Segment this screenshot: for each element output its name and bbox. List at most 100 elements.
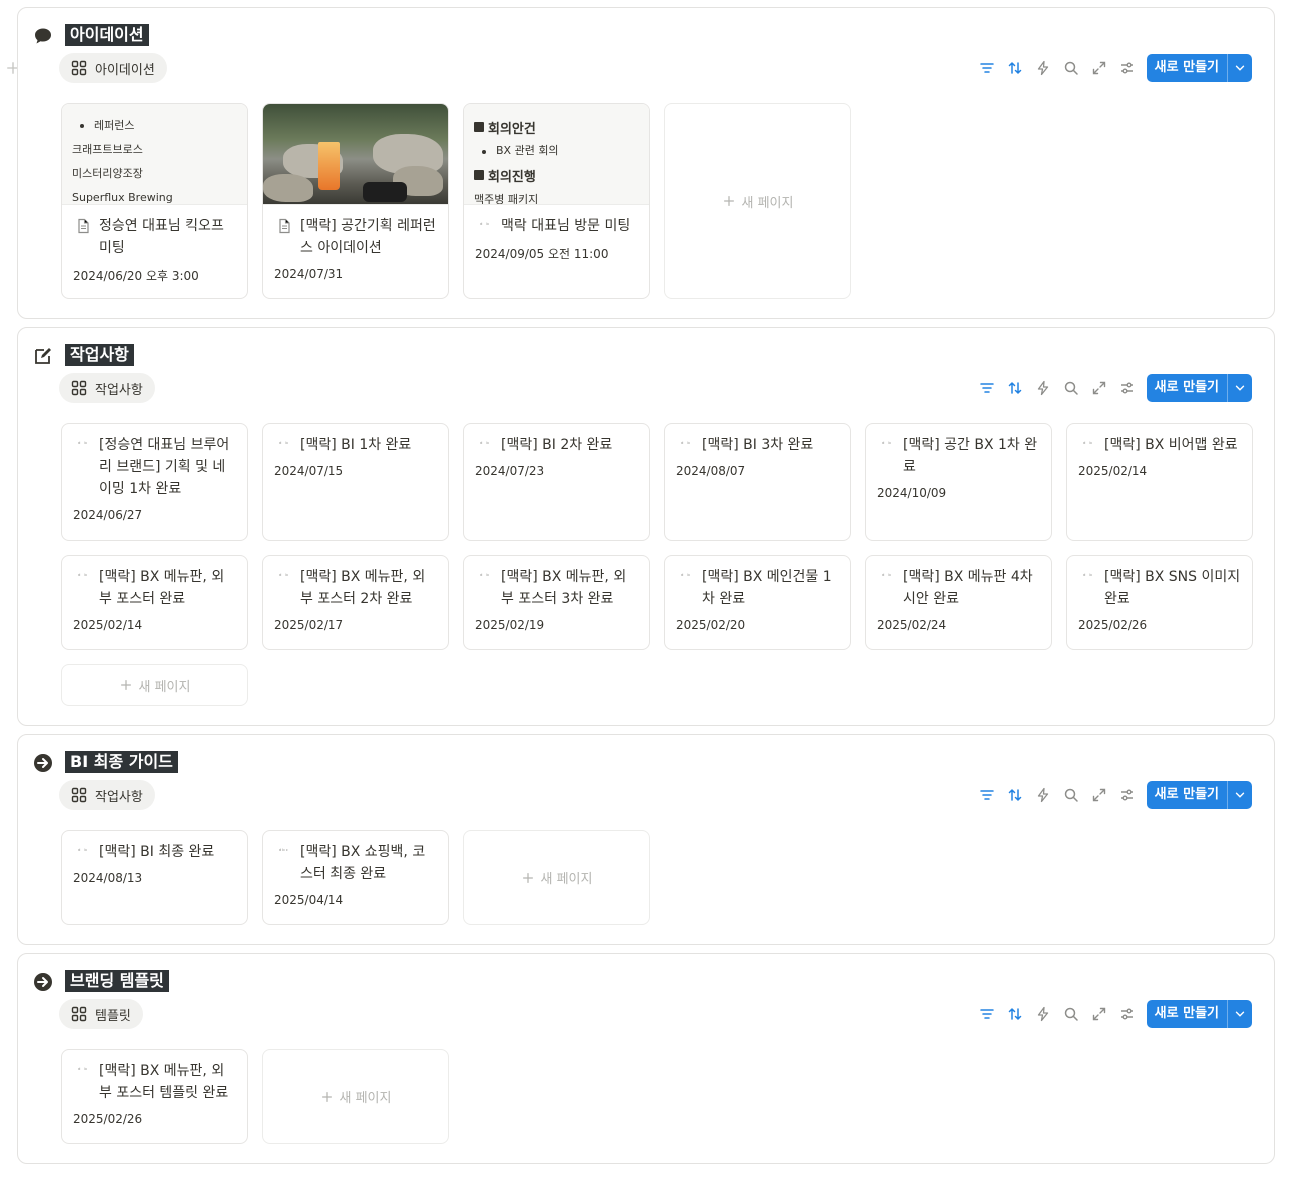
new-page-card[interactable]: 새 페이지 (61, 664, 248, 706)
section-title: 브랜딩 템플릿 (65, 970, 169, 992)
card-preview: 레퍼런스 크래프트브로스 미스터리양조장 Superflux Brewing (62, 104, 247, 205)
lightning-icon[interactable] (1029, 54, 1057, 82)
gallery-card[interactable]: ᵈ ᵇ [맥락] BX SNS 이미지 완료 2025/02/26 (1066, 555, 1253, 650)
new-page-card[interactable]: 새 페이지 (262, 1049, 449, 1144)
new-button-label[interactable]: 새로 만들기 (1147, 1000, 1228, 1028)
card-date: 2024/07/31 (274, 267, 344, 281)
search-icon[interactable] (1057, 781, 1085, 809)
gallery-card[interactable]: ᵈ ᵇ [맥락] BX 메인건물 1차 완료 2025/02/20 (664, 555, 851, 650)
new-page-card[interactable]: 새 페이지 (664, 103, 851, 299)
card-date: 2024/08/13 (73, 871, 143, 885)
new-page-label: 새 페이지 (138, 679, 191, 695)
expand-icon[interactable] (1085, 1000, 1113, 1028)
view-tab-gallery[interactable]: 작업사항 (59, 373, 155, 403)
settings-icon[interactable] (1113, 54, 1141, 82)
square-bullet-icon (474, 122, 484, 132)
sort-icon[interactable] (1001, 781, 1029, 809)
gallery-card[interactable]: [맥락] 공간기획 레퍼런스 아이데이션 2024/07/31 (262, 103, 449, 299)
search-icon[interactable] (1057, 1000, 1085, 1028)
settings-icon[interactable] (1113, 781, 1141, 809)
gallery-card[interactable]: 레퍼런스 크래프트브로스 미스터리양조장 Superflux Brewing 정… (61, 103, 248, 299)
section-branding-template: 브랜딩 템플릿 템플릿 새로 만들기 ᵈ ᵇ [맥락] BX 메뉴판, 외부 포스… (17, 953, 1275, 1164)
brand-logo-icon: ᵈ ᵇ (480, 222, 490, 229)
page-icon (274, 215, 294, 237)
brand-logo-icon: ᵈ ᵇ (279, 441, 289, 448)
gallery-card[interactable]: ᵈ ᵇ [맥락] BX 메뉴판 4차 시안 완료 2025/02/24 (865, 555, 1052, 650)
view-tab-gallery[interactable]: 작업사항 (59, 780, 155, 810)
expand-icon[interactable] (1085, 781, 1113, 809)
brand-logo-icon: ᵈ ᵇ (1083, 441, 1093, 448)
new-button-label[interactable]: 새로 만들기 (1147, 374, 1228, 402)
lightning-icon[interactable] (1029, 781, 1057, 809)
new-button[interactable]: 새로 만들기 (1146, 1000, 1252, 1028)
brand-logo-icon: ᵈ ᵇ (681, 441, 691, 448)
gallery-card[interactable]: ᵈ ᵇ [맥락] BI 3차 완료 2024/08/07 (664, 423, 851, 541)
new-page-card[interactable]: 새 페이지 (463, 830, 650, 925)
new-button[interactable]: 새로 만들기 (1146, 781, 1252, 809)
sort-icon[interactable] (1001, 1000, 1029, 1028)
filter-icon[interactable] (973, 374, 1001, 402)
gallery-card[interactable]: ᵈ ᵇ [맥락] BI 2차 완료 2024/07/23 (463, 423, 650, 541)
gallery-card[interactable]: ᵈ ᵇ [맥락] 공간 BX 1차 완료 2024/10/09 (865, 423, 1052, 541)
brand-logo-icon: ᵈ ᵇ (882, 441, 892, 448)
new-button-label[interactable]: 새로 만들기 (1147, 781, 1228, 809)
card-title: [맥락] BX 메뉴판 4차 시안 완료 (903, 569, 1033, 607)
card-title: [맥락] BX 메인건물 1차 완료 (702, 569, 832, 607)
chevron-down-icon[interactable] (1228, 781, 1252, 809)
lightning-icon[interactable] (1029, 1000, 1057, 1028)
search-icon[interactable] (1057, 374, 1085, 402)
lightning-icon[interactable] (1029, 374, 1057, 402)
brand-logo-icon: ᵈ ᵇ (480, 573, 490, 580)
gallery-card[interactable]: ᵈ ᵇ [맥락] BX 메뉴판, 외부 포스터 템플릿 완료 2025/02/26 (61, 1049, 248, 1144)
arrow-circle-icon (32, 971, 54, 993)
gallery-card[interactable]: ᵈ ᵇ [정승연 대표님 브루어리 브랜드] 기획 및 네이밍 1차 완료 2024… (61, 423, 248, 541)
card-title: [맥락] 공간기획 레퍼런스 아이데이션 (300, 218, 436, 256)
brand-logo-icon: ᵈᵇᶜ (278, 848, 290, 855)
new-page-label: 새 페이지 (540, 872, 593, 887)
gallery-card[interactable]: ᵈ ᵇ [맥락] BI 1차 완료 2024/07/15 (262, 423, 449, 541)
section-title: 아이데이션 (65, 24, 149, 46)
sort-icon[interactable] (1001, 374, 1029, 402)
view-tab-gallery[interactable]: 아이데이션 (59, 53, 167, 83)
view-tab-label: 아이데이션 (95, 62, 155, 78)
page-icon (73, 215, 93, 237)
sort-icon[interactable] (1001, 54, 1029, 82)
gallery-card[interactable]: ᵈᵇᶜ [맥락] BX 쇼핑백, 코스터 최종 완료 2025/04/14 (262, 830, 449, 925)
new-page-label: 새 페이지 (741, 195, 794, 211)
gallery-card[interactable]: ᵈ ᵇ [맥락] BI 최종 완료 2024/08/13 (61, 830, 248, 925)
expand-icon[interactable] (1085, 54, 1113, 82)
new-button[interactable]: 새로 만들기 (1146, 374, 1252, 402)
card-date: 2025/02/26 (1078, 618, 1148, 632)
settings-icon[interactable] (1113, 1000, 1141, 1028)
gallery-card[interactable]: ᵈ ᵇ [맥락] BX 메뉴판, 외부 포스터 2차 완료 2025/02/17 (262, 555, 449, 650)
gallery-icon (71, 380, 87, 396)
preview-line: 맥주병 패키지 (474, 193, 539, 205)
settings-icon[interactable] (1113, 374, 1141, 402)
chevron-down-icon[interactable] (1228, 1000, 1252, 1028)
filter-icon[interactable] (973, 1000, 1001, 1028)
brand-logo-icon: ᵈ ᵇ (78, 441, 88, 448)
new-button-label[interactable]: 새로 만들기 (1147, 54, 1228, 82)
preview-line: Superflux Brewing (72, 191, 173, 204)
view-tab-gallery[interactable]: 템플릿 (59, 999, 143, 1029)
chevron-down-icon[interactable] (1228, 374, 1252, 402)
gallery-card[interactable]: ᵈ ᵇ [맥락] BX 비어맵 완료 2025/02/14 (1066, 423, 1253, 541)
search-icon[interactable] (1057, 54, 1085, 82)
card-date: 2025/04/14 (274, 893, 344, 907)
card-date: 2025/02/17 (274, 618, 344, 632)
card-date: 2024/07/15 (274, 464, 344, 478)
card-title: [맥락] BI 1차 완료 (300, 437, 412, 453)
view-tab-label: 템플릿 (95, 1008, 131, 1024)
chevron-down-icon[interactable] (1228, 54, 1252, 82)
filter-icon[interactable] (973, 54, 1001, 82)
gallery-card[interactable]: ᵈ ᵇ [맥락] BX 메뉴판, 외부 포스터 완료 2025/02/14 (61, 555, 248, 650)
gallery-card[interactable]: ᵈ ᵇ [맥락] BX 메뉴판, 외부 포스터 3차 완료 2025/02/19 (463, 555, 650, 650)
card-date: 2025/02/14 (73, 618, 143, 632)
view-tab-label: 작업사항 (95, 382, 143, 398)
gallery-card[interactable]: 회의안건 BX 관련 회의 회의진행 맥주병 패키지 ᵈ ᵇ 맥락 대표님 방문… (463, 103, 650, 299)
new-button[interactable]: 새로 만들기 (1146, 54, 1252, 82)
filter-icon[interactable] (973, 781, 1001, 809)
brand-logo-icon: ᵈ ᵇ (78, 573, 88, 580)
card-date: 2025/02/20 (676, 618, 746, 632)
expand-icon[interactable] (1085, 374, 1113, 402)
